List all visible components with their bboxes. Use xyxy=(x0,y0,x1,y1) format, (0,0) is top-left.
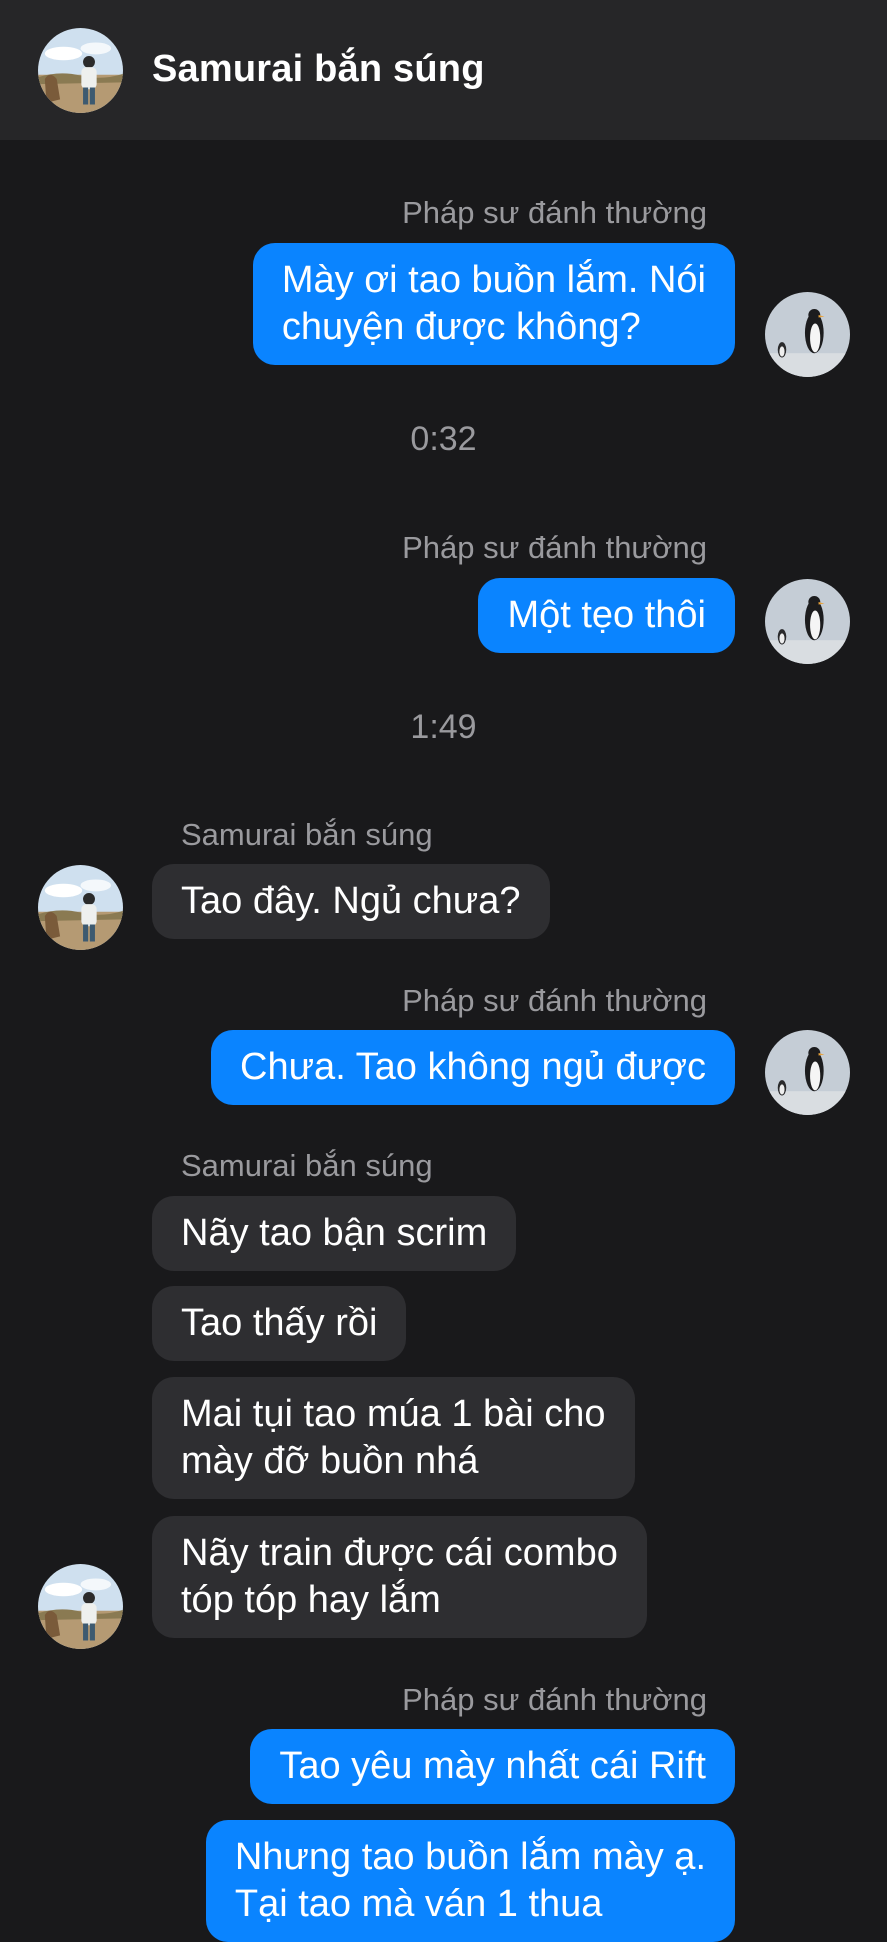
outgoing-message[interactable]: Tao yêu mày nhất cái Rift xyxy=(250,1729,735,1804)
outgoing-message[interactable]: Mày ơi tao buồn lắm. Nói chuyện được khô… xyxy=(252,243,735,365)
incoming-message[interactable]: Tao đây. Ngủ chưa? xyxy=(152,864,550,939)
incoming-message[interactable]: Nãy tao bận scrim xyxy=(152,1196,517,1271)
incoming-message[interactable]: Mai tụi tao múa 1 bài cho mày đỡ buồn nh… xyxy=(152,1377,635,1499)
penguin-avatar-icon xyxy=(765,579,850,664)
sender-name: Pháp sư đánh thường xyxy=(402,195,707,230)
sender-name: Samurai bắn súng xyxy=(181,1148,433,1183)
penguin-avatar-icon xyxy=(765,292,850,377)
outgoing-message[interactable]: Một tẹo thôi xyxy=(478,578,735,653)
chat-header: Samurai bắn súng xyxy=(0,0,887,140)
penguin-avatar-icon xyxy=(765,1030,850,1115)
timestamp: 1:49 xyxy=(410,708,477,746)
incoming-message[interactable]: Nãy train được cái combo tóp tóp hay lắm xyxy=(152,1516,647,1638)
sender-name: Samurai bắn súng xyxy=(181,817,433,852)
sender-name: Pháp sư đánh thường xyxy=(402,530,707,565)
incoming-message[interactable]: Tao thấy rồi xyxy=(152,1286,407,1361)
sender-name: Pháp sư đánh thường xyxy=(402,983,707,1018)
sender-name: Pháp sư đánh thường xyxy=(402,1682,707,1717)
chat-title[interactable]: Samurai bắn súng xyxy=(152,48,485,91)
outgoing-message[interactable]: Nhưng tao buồn lắm mày ạ. Tại tao mà ván… xyxy=(205,1820,735,1942)
person-landscape-avatar-icon xyxy=(38,865,123,950)
timestamp: 0:32 xyxy=(410,420,477,458)
person-landscape-avatar-icon xyxy=(38,1564,123,1649)
contact-avatar-icon[interactable] xyxy=(38,28,123,113)
outgoing-message[interactable]: Chưa. Tao không ngủ được xyxy=(211,1030,735,1105)
